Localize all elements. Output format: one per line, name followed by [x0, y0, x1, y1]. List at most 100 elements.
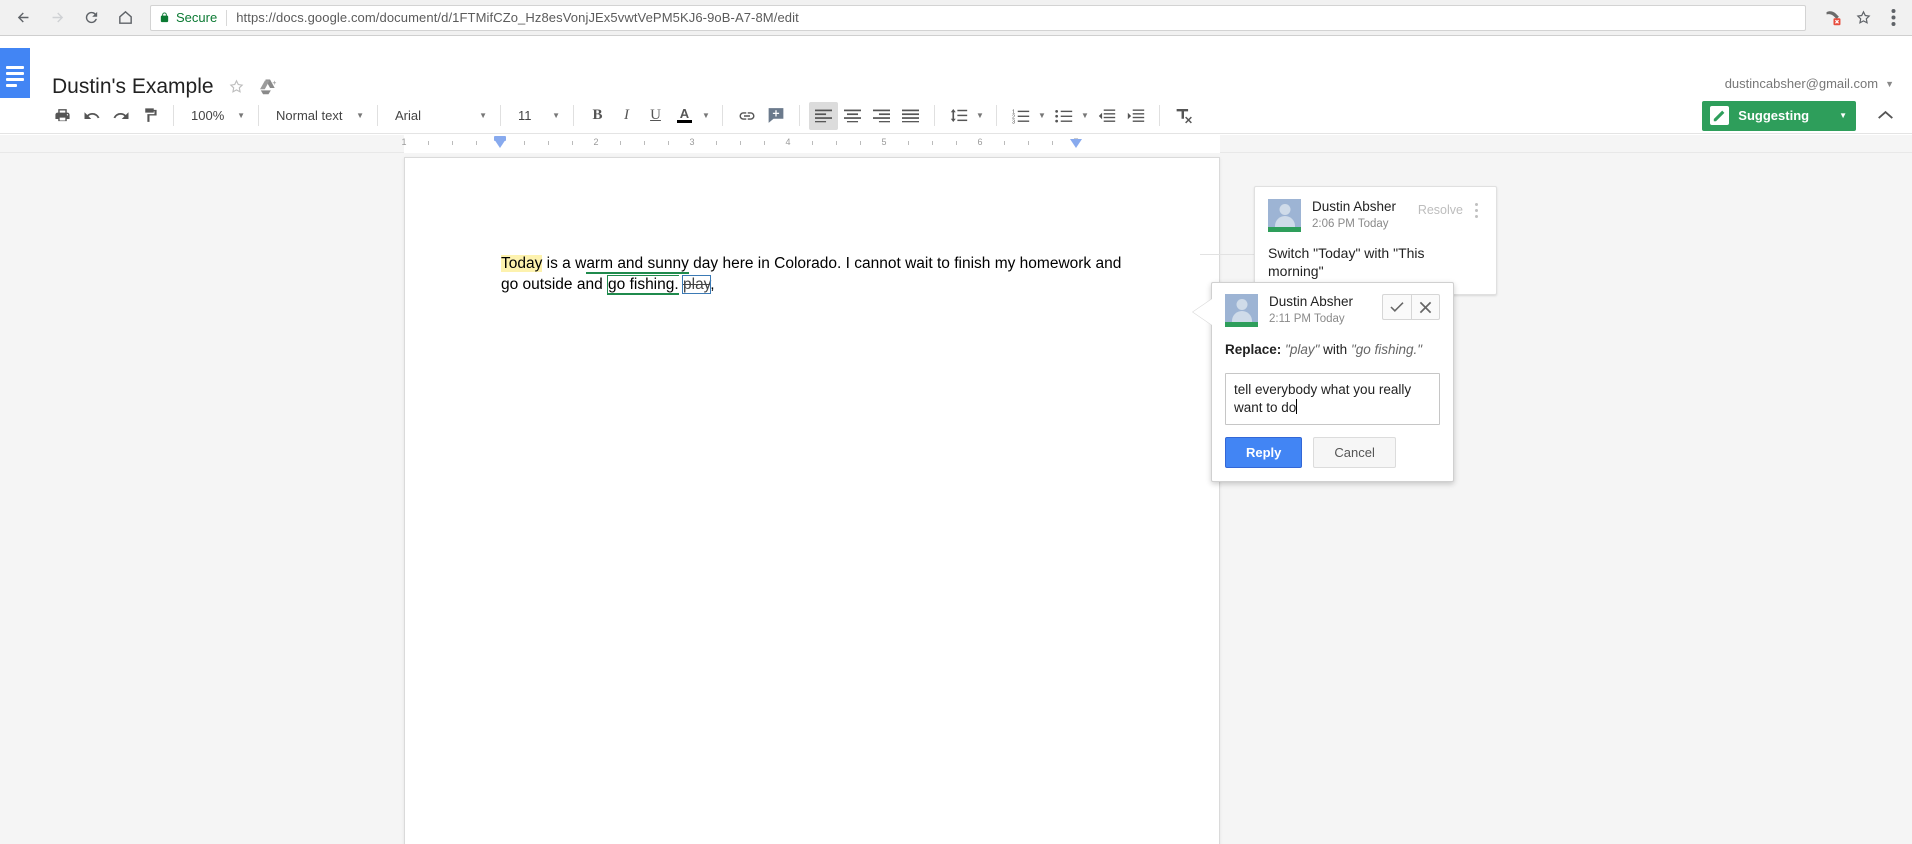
redo-icon[interactable]	[106, 102, 135, 130]
bulleted-list-icon[interactable]	[1049, 102, 1078, 130]
italic-button[interactable]: I	[612, 102, 641, 130]
clear-formatting-icon[interactable]	[1169, 102, 1198, 130]
text-color-caret[interactable]: ▼	[699, 102, 713, 130]
document-page[interactable]: Today is a warm and sunny day here in Co…	[404, 157, 1220, 844]
address-bar[interactable]: Secure https://docs.google.com/document/…	[150, 4, 1806, 31]
comment-author-block: Dustin Absher 2:06 PM Today	[1312, 199, 1412, 230]
suggestion-go-fishing: go fishing.	[607, 274, 679, 295]
comment-author-block: Dustin Absher 2:11 PM Today	[1269, 294, 1378, 325]
omnibox-divider	[226, 9, 228, 26]
decrease-indent-icon[interactable]	[1092, 102, 1121, 130]
align-center-icon[interactable]	[838, 102, 867, 130]
line-spacing-icon[interactable]	[944, 102, 973, 130]
insert-link-icon[interactable]	[732, 102, 761, 130]
toolbar-divider	[573, 105, 574, 126]
toolbar-divider	[996, 105, 997, 126]
align-right-icon[interactable]	[867, 102, 896, 130]
align-left-icon[interactable]	[809, 101, 838, 130]
paint-format-icon[interactable]	[135, 102, 164, 130]
browser-toolbar: Secure https://docs.google.com/document/…	[0, 0, 1912, 36]
comment-timestamp: 2:06 PM Today	[1312, 218, 1389, 230]
checkmark-icon[interactable]	[1382, 294, 1411, 320]
document-canvas: Today is a warm and sunny day here in Co…	[0, 153, 1912, 844]
undo-icon[interactable]	[77, 102, 106, 130]
chevron-down-icon: ▼	[1038, 111, 1046, 120]
docs-header: Dustin's Example + File Edit View Insert…	[0, 36, 1912, 134]
chevron-down-icon: ▼	[356, 111, 364, 120]
font-size-select[interactable]: 11 ▼	[510, 102, 564, 130]
underline-button[interactable]: U	[641, 102, 670, 130]
cancel-button[interactable]: Cancel	[1313, 437, 1396, 468]
reply-actions: Reply Cancel	[1225, 437, 1440, 468]
avatar	[1268, 199, 1301, 232]
suggestion-actions	[1382, 294, 1440, 320]
chevron-up-icon[interactable]	[1868, 101, 1902, 131]
account-email-row[interactable]: dustincabsher@gmail.com ▼	[1619, 76, 1894, 91]
svg-text:3: 3	[1012, 119, 1015, 124]
editing-mode-button[interactable]: Suggesting ▼	[1702, 100, 1856, 131]
add-to-drive-icon[interactable]: +	[259, 78, 278, 95]
chrome-menu-icon[interactable]	[1878, 3, 1908, 33]
back-icon[interactable]	[6, 1, 40, 35]
chevron-down-icon: ▼	[479, 111, 487, 120]
home-icon[interactable]	[108, 1, 142, 35]
increase-indent-icon[interactable]	[1121, 102, 1150, 130]
first-line-indent-marker[interactable]	[494, 139, 506, 148]
svg-text:+: +	[272, 80, 276, 87]
suggestion-warm-and-sunny: arm and sunny	[586, 255, 689, 274]
comment-card-active-suggestion[interactable]: Dustin Absher 2:11 PM Today Replace: "pl…	[1193, 282, 1454, 482]
text-color-button[interactable]: A	[670, 102, 699, 130]
font-select[interactable]: Arial ▼	[387, 102, 491, 130]
comment-card-pointer	[1193, 299, 1212, 325]
docs-logo-icon[interactable]	[0, 48, 30, 105]
text-cursor	[1296, 399, 1298, 414]
bold-button[interactable]: B	[583, 102, 612, 130]
browser-right-icons	[1818, 3, 1912, 33]
reload-icon[interactable]	[74, 1, 108, 35]
more-options-icon[interactable]	[1469, 199, 1483, 221]
suggestion-to-text: "go fishing."	[1350, 342, 1423, 357]
editing-mode-label: Suggesting	[1738, 108, 1810, 123]
bookmark-star-icon[interactable]	[1848, 3, 1878, 33]
close-x-icon[interactable]	[1411, 294, 1440, 320]
chevron-down-icon: ▼	[702, 111, 710, 120]
font-value: Arial	[395, 108, 422, 123]
document-body-text[interactable]: Today is a warm and sunny day here in Co…	[501, 254, 1125, 295]
comment-author: Dustin Absher	[1312, 199, 1397, 214]
reply-button[interactable]: Reply	[1225, 437, 1303, 468]
line-spacing-caret[interactable]: ▼	[973, 102, 987, 130]
doc-text-comma: ,	[710, 275, 715, 293]
extension-icon[interactable]	[1818, 3, 1848, 33]
document-ruler[interactable]: 1 1 2 3 4 5 6 7	[0, 135, 1912, 153]
right-indent-marker[interactable]	[1070, 139, 1082, 148]
forward-icon[interactable]	[40, 1, 74, 35]
font-size-value: 11	[518, 108, 532, 123]
paragraph-style-select[interactable]: Normal text ▼	[268, 102, 368, 130]
zoom-select[interactable]: 100% ▼	[183, 102, 249, 130]
suggestion-label: Replace:	[1225, 342, 1282, 357]
print-icon[interactable]	[48, 102, 77, 130]
numbered-list-caret[interactable]: ▼	[1035, 102, 1049, 130]
chevron-down-icon: ▼	[1081, 111, 1089, 120]
comment-body: Switch "Today" with "This morning"	[1268, 245, 1425, 279]
page-title[interactable]: Dustin's Example	[52, 76, 214, 97]
align-justify-icon[interactable]	[896, 102, 925, 130]
comment-card-resolved-suggestion[interactable]: Dustin Absher 2:06 PM Today Resolve Swit…	[1254, 186, 1497, 295]
toolbar-divider	[173, 105, 174, 126]
suggestion-from-text: "play"	[1285, 342, 1320, 357]
underline-label: U	[650, 107, 661, 123]
chevron-down-icon: ▼	[552, 111, 560, 120]
ruler-number: 2	[593, 137, 599, 147]
star-icon[interactable]	[228, 78, 245, 95]
chevron-down-icon: ▼	[1839, 111, 1847, 120]
zoom-value: 100%	[191, 108, 225, 123]
numbered-list-icon[interactable]: 1 2 3	[1006, 102, 1035, 130]
bulleted-list-caret[interactable]: ▼	[1078, 102, 1092, 130]
chevron-down-icon: ▼	[237, 111, 245, 120]
toolbar-divider	[799, 105, 800, 126]
reply-input[interactable]: tell everybody what you really want to d…	[1225, 373, 1440, 425]
document-title-row: Dustin's Example +	[52, 76, 278, 97]
suggest-pencil-icon	[1710, 106, 1730, 125]
resolve-button[interactable]: Resolve	[1412, 199, 1469, 221]
add-comment-icon[interactable]	[761, 102, 790, 130]
